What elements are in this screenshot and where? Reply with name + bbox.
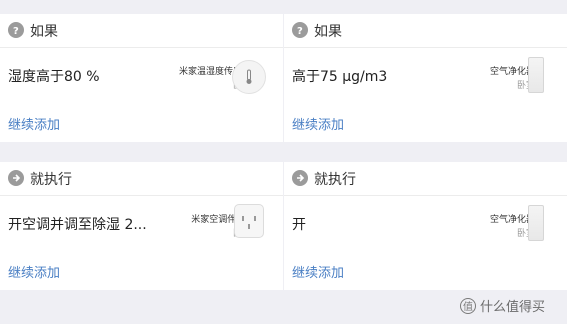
action-row-purifier[interactable]: 开 空气净化器 卧室	[284, 196, 567, 254]
add-more-action-button[interactable]: 继续添加	[8, 262, 60, 281]
condition-row-humidity[interactable]: 湿度高于80 % 米家温湿度传感器 卧室	[0, 48, 283, 106]
then-section-header: 就执行	[0, 162, 283, 196]
then-card-right: 就执行 开 空气净化器 卧室 继续添加	[284, 162, 567, 290]
condition-row-pm25[interactable]: 高于75 µg/m3 空气净化器 卧室	[284, 48, 567, 106]
arrow-right-icon	[292, 170, 308, 186]
add-more-action-button[interactable]: 继续添加	[292, 262, 344, 281]
if-condition-icon: ?	[8, 22, 24, 38]
arrow-right-icon	[8, 170, 24, 186]
action-text: 开空调并调至除湿 2...	[8, 217, 147, 233]
action-text: 开	[292, 217, 306, 233]
if-condition-icon: ?	[292, 22, 308, 38]
condition-text: 湿度高于80 %	[8, 69, 100, 85]
right-column: ? 如果 高于75 µg/m3 空气净化器 卧室 继续添加 就执行 开 空气净化…	[284, 0, 567, 324]
add-more-condition-button[interactable]: 继续添加	[292, 114, 344, 133]
if-section-header: ? 如果	[284, 14, 567, 48]
air-purifier-icon	[528, 205, 544, 241]
thermometer-icon	[232, 60, 266, 94]
if-section-title: 如果	[314, 24, 342, 40]
add-more-condition-button[interactable]: 继续添加	[8, 114, 60, 133]
action-row-ac[interactable]: 开空调并调至除湿 2... 米家空调伴侣2 卧室	[0, 196, 283, 254]
then-section-title: 就执行	[314, 172, 356, 188]
if-card-right: ? 如果 高于75 µg/m3 空气净化器 卧室 继续添加	[284, 14, 567, 142]
condition-text: 高于75 µg/m3	[292, 69, 388, 85]
if-card-left: ? 如果 湿度高于80 % 米家温湿度传感器 卧室 继续添加	[0, 14, 283, 142]
if-section-title: 如果	[30, 24, 58, 40]
left-column: ? 如果 湿度高于80 % 米家温湿度传感器 卧室 继续添加 就执行 开空调并	[0, 0, 283, 324]
watermark-badge: 值	[460, 297, 476, 314]
then-section-header: 就执行	[284, 162, 567, 196]
then-section-title: 就执行	[30, 172, 72, 188]
air-purifier-icon	[528, 57, 544, 93]
if-section-header: ? 如果	[0, 14, 283, 48]
watermark: 值 什么值得买	[460, 296, 545, 315]
watermark-text: 什么值得买	[480, 300, 546, 315]
svg-text:?: ?	[297, 26, 303, 35]
then-card-left: 就执行 开空调并调至除湿 2... 米家空调伴侣2 卧室 继续添加	[0, 162, 283, 290]
svg-text:?: ?	[13, 26, 19, 35]
ac-plug-icon	[234, 204, 264, 238]
